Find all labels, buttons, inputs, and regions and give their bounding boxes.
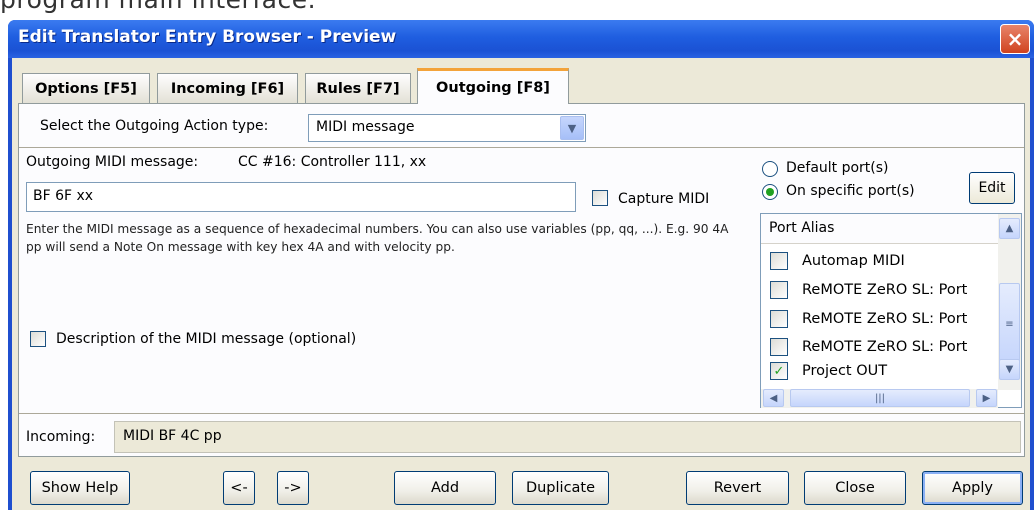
- port-list-item[interactable]: ReMOTE ZeRO SL: Port: [770, 278, 967, 302]
- port-list-item[interactable]: ReMOTE ZeRO SL: Port: [770, 307, 967, 331]
- incoming-value-field: MIDI BF 4C pp: [114, 421, 1021, 453]
- specific-port-label: On specific port(s): [786, 183, 915, 199]
- next-button[interactable]: ->: [277, 471, 309, 505]
- specific-port-radio[interactable]: [762, 184, 778, 200]
- previous-button[interactable]: <-: [223, 471, 255, 505]
- outgoing-midi-description: CC #16: Controller 111, xx: [238, 154, 427, 170]
- port-checkbox[interactable]: [770, 338, 788, 356]
- midi-message-input[interactable]: BF 6F xx: [26, 182, 576, 212]
- divider: [19, 147, 1024, 148]
- port-list-item[interactable]: Automap MIDI: [770, 249, 905, 273]
- horizontal-scroll-thumb[interactable]: |||: [790, 389, 970, 407]
- port-checkbox[interactable]: ✓: [770, 362, 788, 380]
- close-icon: ×: [1006, 27, 1024, 51]
- port-alias-column-header[interactable]: Port Alias: [761, 214, 998, 244]
- close-button[interactable]: Close: [804, 471, 906, 505]
- duplicate-button[interactable]: Duplicate: [512, 471, 609, 505]
- port-checkbox[interactable]: [770, 281, 788, 299]
- port-checkbox[interactable]: [770, 310, 788, 328]
- divider: [19, 413, 1024, 414]
- description-label: Description of the MIDI message (optiona…: [56, 331, 357, 347]
- capture-midi-checkbox[interactable]: [592, 190, 608, 206]
- scroll-up-icon[interactable]: ▲: [999, 218, 1020, 239]
- action-type-label: Select the Outgoing Action type:: [40, 118, 269, 134]
- close-window-button[interactable]: ×: [1000, 24, 1030, 54]
- revert-button[interactable]: Revert: [686, 471, 789, 505]
- chevron-down-icon[interactable]: ▼: [560, 116, 584, 140]
- page-caption-fragment: program main interface.: [0, 0, 316, 19]
- port-list-item[interactable]: ReMOTE ZeRO SL: Port: [770, 335, 967, 359]
- window-title: Edit Translator Entry Browser - Preview: [18, 27, 397, 47]
- port-list-item[interactable]: ✓ Project OUT: [770, 359, 887, 383]
- outgoing-midi-label: Outgoing MIDI message:: [26, 154, 199, 170]
- capture-midi-label: Capture MIDI: [618, 191, 710, 207]
- action-type-value: MIDI message: [316, 119, 415, 135]
- show-help-button[interactable]: Show Help: [30, 471, 130, 505]
- edit-ports-button[interactable]: Edit: [969, 172, 1015, 204]
- add-button[interactable]: Add: [394, 471, 496, 505]
- scroll-left-icon[interactable]: ◀: [763, 389, 784, 407]
- apply-button[interactable]: Apply: [922, 471, 1023, 505]
- scroll-thumb[interactable]: ≡: [999, 283, 1020, 365]
- default-port-label: Default port(s): [786, 160, 889, 176]
- tab-incoming[interactable]: Incoming [F6]: [157, 73, 298, 103]
- description-checkbox[interactable]: [30, 331, 46, 347]
- default-port-radio[interactable]: [762, 161, 778, 177]
- tab-options[interactable]: Options [F5]: [22, 73, 150, 103]
- midi-help-text: Enter the MIDI message as a sequence of …: [26, 222, 729, 254]
- incoming-label: Incoming:: [26, 429, 96, 445]
- tab-outgoing[interactable]: Outgoing [F8]: [417, 68, 569, 104]
- port-checkbox[interactable]: [770, 252, 788, 270]
- tab-rules[interactable]: Rules [F7]: [305, 73, 411, 103]
- scroll-down-icon[interactable]: ▼: [999, 359, 1020, 380]
- scroll-right-icon[interactable]: ▶: [976, 389, 997, 407]
